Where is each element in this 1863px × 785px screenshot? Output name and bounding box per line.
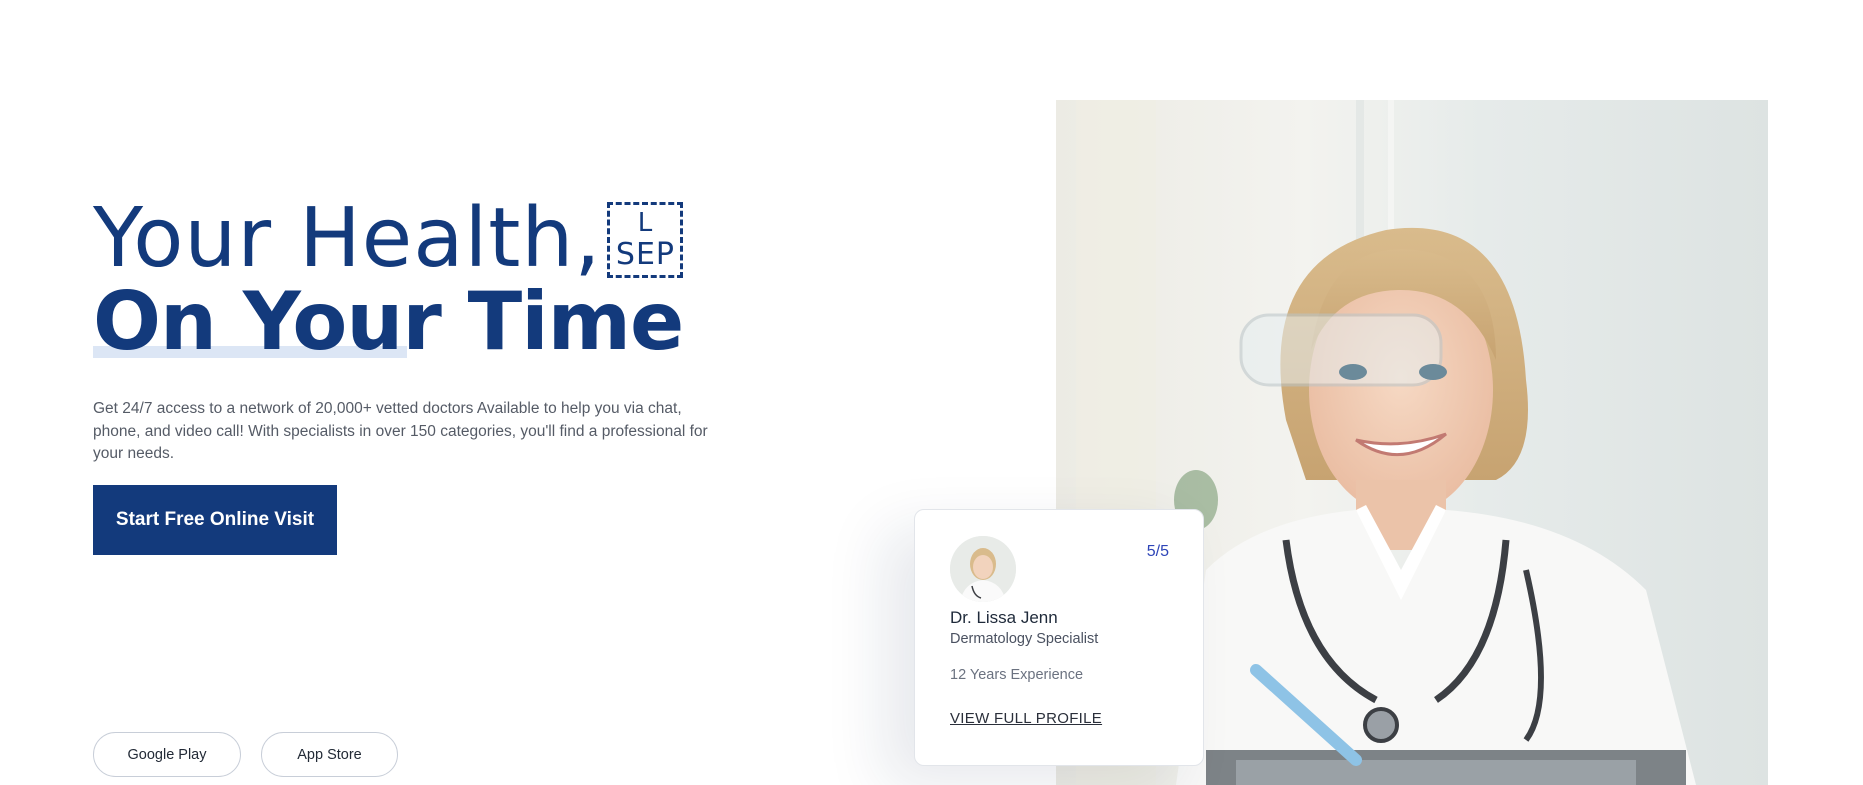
doctor-experience: 12 Years Experience — [950, 667, 1084, 683]
hero-description: Get 24/7 access to a network of 20,000+ … — [93, 400, 708, 462]
rating-badge: 5/5 — [1146, 543, 1169, 560]
google-play-button[interactable]: Google Play — [93, 732, 241, 777]
store-buttons: Google Play App Store — [93, 732, 398, 777]
doctor-avatar-image — [950, 536, 1016, 602]
hero-title-line-1: Your Health, L SEP — [93, 191, 684, 286]
start-free-online-visit-button[interactable]: Start Free Online Visit — [93, 485, 337, 555]
app-store-button[interactable]: App Store — [261, 732, 398, 777]
view-full-profile-link[interactable]: VIEW FULL PROFILE — [950, 710, 1102, 727]
hero-title-line-2: On Your Time — [93, 282, 684, 372]
sep-glyph-box: L SEP — [607, 202, 684, 278]
hero-title-line-2-text: On Your Time — [93, 275, 684, 368]
hero-title-line-1-text: Your Health, — [93, 191, 602, 286]
hero-title: Your Health, L SEP On Your Time — [93, 191, 684, 372]
doctor-specialty: Dermatology Specialist — [950, 631, 1099, 647]
doctor-card: 5/5 Dr. Lissa Jenn Dermatology Specialis… — [914, 509, 1204, 766]
doctor-avatar — [950, 536, 1016, 602]
doctor-name: Dr. Lissa Jenn — [950, 608, 1058, 627]
sep-glyph-bottom: SEP — [615, 237, 675, 272]
sep-glyph-top: L — [637, 208, 654, 238]
landing-page: Your Health, L SEP On Your Time Get 24/7… — [0, 0, 1863, 785]
